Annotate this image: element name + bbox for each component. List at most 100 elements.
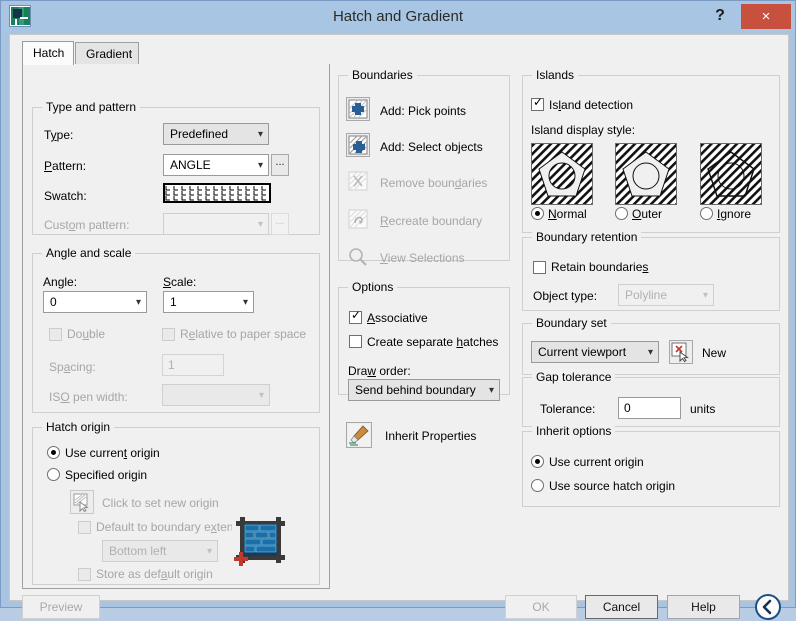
help-button[interactable]: Help: [667, 595, 740, 619]
collapse-left-icon-button[interactable]: [755, 594, 781, 620]
island-style-ignore-preview[interactable]: [700, 143, 762, 205]
recreate-boundary-icon-button: [346, 207, 370, 231]
angle-combo[interactable]: 0 ▾: [43, 291, 147, 313]
island-detection-checkbox[interactable]: ✓: [531, 96, 544, 111]
options-title: Options: [348, 280, 398, 294]
dialog-body: Hatch Gradient Type and pattern Type: Pr…: [9, 34, 789, 620]
titlebar-help-button[interactable]: ?: [708, 5, 732, 27]
scale-combo-value: 1: [170, 295, 177, 309]
pattern-label: Pattern:: [44, 159, 87, 173]
new-boundary-set-label[interactable]: New: [702, 346, 726, 360]
associative-checkbox[interactable]: ✓: [349, 309, 362, 324]
inherit-use-current-origin-radio[interactable]: [531, 455, 544, 468]
boundary-set-combo[interactable]: Current viewport ▾: [531, 341, 659, 363]
iso-pen-width-combo: ▾: [162, 384, 270, 406]
boundary-set-value: Current viewport: [538, 345, 627, 359]
close-button[interactable]: ×: [741, 4, 791, 29]
titlebar: Hatch and Gradient ? ×: [1, 1, 795, 32]
chevron-down-icon: ▾: [647, 347, 653, 358]
island-style-normal-label: Normal: [548, 207, 587, 221]
default-boundary-extents-checkbox: [78, 521, 91, 534]
chevron-down-icon: ▾: [702, 290, 708, 301]
associative-label: Associative: [367, 311, 428, 325]
use-current-origin-radio[interactable]: [47, 446, 60, 459]
preview-button: Preview: [22, 595, 100, 619]
create-separate-hatches-label: Create separate hatches: [367, 335, 499, 349]
type-label: Type:: [44, 128, 74, 142]
cancel-button[interactable]: Cancel: [585, 595, 658, 619]
island-style-ignore-radio[interactable]: [700, 207, 713, 220]
use-current-origin-label: Use current origin: [65, 446, 160, 460]
tab-gradient[interactable]: Gradient: [75, 42, 139, 64]
extents-corner-value: Bottom left: [109, 544, 167, 558]
tab-hatch[interactable]: Hatch: [22, 41, 74, 65]
double-checkbox: [49, 328, 62, 341]
view-selections-label: View Selections: [380, 251, 465, 265]
swatch-label: Swatch:: [44, 189, 87, 203]
chevron-down-icon: ▾: [206, 546, 212, 557]
pattern-swatch[interactable]: [163, 183, 271, 203]
chevron-down-icon: ▾: [257, 160, 263, 171]
object-type-combo: Polyline ▾: [618, 284, 714, 306]
default-boundary-extents-label: Default to boundary extents: [96, 520, 243, 534]
inherit-use-source-origin-label: Use source hatch origin: [549, 479, 676, 493]
pick-origin-icon-button: [70, 490, 94, 514]
specified-origin-label: Specified origin: [65, 468, 148, 482]
add-select-objects-icon-button[interactable]: [346, 133, 370, 157]
create-separate-hatches-checkbox[interactable]: [349, 335, 362, 348]
island-style-outer-radio[interactable]: [615, 207, 628, 220]
pattern-browse-button[interactable]: ...: [271, 154, 289, 176]
tolerance-label: Tolerance:: [540, 402, 596, 416]
inherit-use-source-origin-radio[interactable]: [531, 479, 544, 492]
tab-strip: Hatch Gradient: [22, 41, 330, 65]
custom-pattern-browse-button: ...: [271, 213, 289, 235]
inherit-use-current-origin-label: Use current origin: [549, 455, 644, 469]
draw-order-combo[interactable]: Send behind boundary ▾: [348, 379, 500, 401]
tolerance-units-label: units: [690, 402, 716, 416]
boundary-set-title: Boundary set: [532, 316, 611, 330]
iso-pen-width-label: ISO pen width:: [49, 390, 128, 404]
spacing-input: 1: [162, 354, 224, 376]
pattern-combo[interactable]: ANGLE ▾: [163, 154, 269, 176]
paintbrush-icon-button[interactable]: [346, 422, 372, 448]
remove-boundaries-label: Remove boundaries: [380, 176, 488, 190]
new-boundary-set-icon-button[interactable]: [669, 340, 693, 364]
recreate-boundary-label: Recreate boundary: [380, 214, 483, 228]
draw-order-value: Send behind boundary: [355, 383, 476, 397]
chevron-down-icon: ▾: [488, 385, 494, 396]
click-set-origin-label: Click to set new origin: [102, 496, 219, 510]
relative-paper-space-label: Relative to paper space: [180, 327, 307, 341]
window-title: Hatch and Gradient: [332, 8, 464, 25]
angle-label: Angle:: [43, 275, 78, 289]
specified-origin-radio[interactable]: [47, 468, 60, 481]
retain-boundaries-checkbox[interactable]: [533, 261, 546, 274]
scale-label: Scale:: [163, 275, 197, 289]
chevron-down-icon: ▾: [257, 219, 263, 230]
islands-title: Islands: [532, 68, 579, 82]
spacing-label: Spacing:: [49, 360, 96, 374]
hatch-and-gradient-dialog: Hatch and Gradient ? × Hatch Gradient Ty…: [0, 0, 796, 620]
gap-tolerance-title: Gap tolerance: [532, 370, 616, 384]
chevron-down-icon: ▾: [242, 297, 248, 308]
chevron-down-icon: ▾: [258, 390, 264, 401]
tolerance-input[interactable]: 0: [618, 397, 681, 419]
brick-origin-preview-icon: [232, 513, 290, 569]
type-combo[interactable]: Predefined ▾: [163, 123, 269, 145]
island-style-outer-label: Outer: [632, 207, 663, 221]
view-selections-icon-button: [346, 245, 370, 269]
island-style-normal-preview[interactable]: [531, 143, 593, 205]
island-style-outer-preview[interactable]: [615, 143, 677, 205]
island-style-normal-radio[interactable]: [531, 207, 544, 220]
add-pick-points-icon-button[interactable]: [346, 97, 370, 121]
relative-paper-space-checkbox: [162, 328, 175, 341]
type-and-pattern-title: Type and pattern: [42, 100, 141, 114]
inherit-options-group: Inherit options: [522, 424, 780, 507]
retain-boundaries-label: Retain boundaries: [551, 260, 649, 274]
scale-combo[interactable]: 1 ▾: [163, 291, 254, 313]
add-pick-points-label: Add: Pick points: [380, 104, 467, 118]
custom-pattern-combo: ▾: [163, 213, 269, 235]
custom-pattern-label: Custom pattern:: [44, 218, 130, 232]
store-default-origin-label: Store as default origin: [96, 567, 213, 581]
spacing-value: 1: [168, 358, 175, 372]
chevron-down-icon: ▾: [135, 297, 141, 308]
